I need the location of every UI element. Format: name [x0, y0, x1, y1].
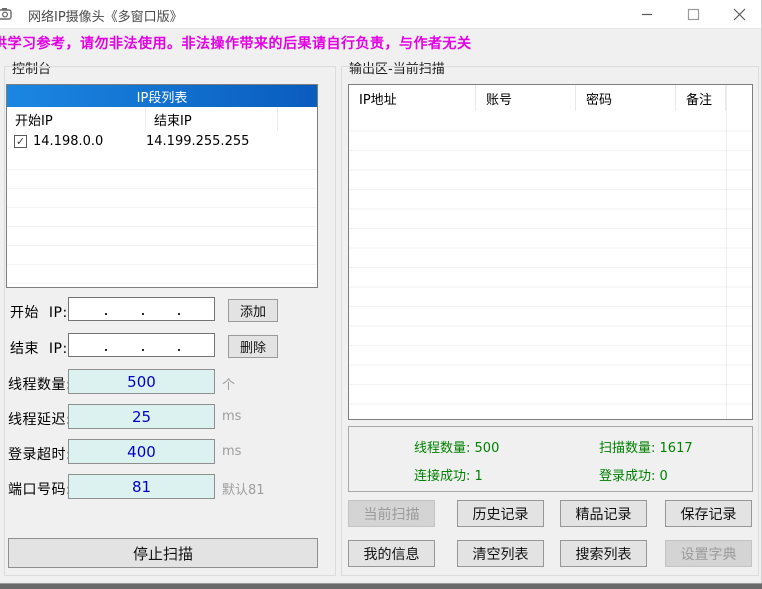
close-icon [733, 8, 746, 21]
column-header-ip[interactable]: IP地址 [349, 85, 476, 111]
ip-dot [105, 313, 107, 315]
stat-thread-count: 线程数量: 500 [414, 437, 499, 456]
window-title: 网络IP摄像头《多窗口版》 [28, 6, 183, 25]
thread-count-unit: 个 [222, 374, 235, 393]
ip-dot [178, 313, 180, 315]
stat-scanned-count-value: 1617 [660, 441, 693, 456]
column-header-password[interactable]: 密码 [576, 85, 676, 111]
output-table-last-column-divider [726, 85, 727, 419]
maximize-button[interactable] [670, 0, 716, 28]
ip-list-empty-rows [7, 151, 317, 287]
minimize-icon [641, 8, 653, 20]
delete-button[interactable]: 删除 [228, 335, 278, 358]
disclaimer-text: 供学习参考，请勿非法使用。非法操作带来的后果请自行负责，与作者无关 [0, 33, 472, 53]
login-timeout-unit: ms [222, 444, 241, 459]
thread-delay-input[interactable] [68, 404, 215, 429]
add-button[interactable]: 添加 [228, 299, 278, 322]
close-button[interactable] [716, 0, 762, 28]
maximize-icon [687, 8, 700, 21]
column-header-spacer [726, 85, 752, 111]
ip-segment-row[interactable]: ✓ 14.198.0.0 14.199.255.255 [7, 131, 317, 151]
end-ip-input[interactable] [68, 333, 215, 357]
app-icon [0, 5, 15, 23]
stat-connected-count-value: 1 [475, 469, 483, 484]
my-info-button[interactable]: 我的信息 [348, 540, 435, 567]
stat-scanned-count-label: 扫描数量: [599, 441, 655, 456]
ip-list-title: IP段列表 [7, 85, 317, 107]
ip-segment-list[interactable]: IP段列表 开始IP 结束IP ✓ 14.198.0.0 14.199.255.… [6, 84, 318, 288]
stat-connected-count: 连接成功: 1 [414, 465, 483, 484]
thread-delay-unit: ms [222, 409, 241, 424]
stat-scanned-count: 扫描数量: 1617 [599, 437, 693, 456]
history-records-button[interactable]: 历史记录 [457, 500, 544, 527]
stat-login-count: 登录成功: 0 [599, 465, 668, 484]
port-input[interactable] [68, 474, 215, 499]
ip-dot [142, 313, 144, 315]
column-header-account[interactable]: 账号 [476, 85, 576, 111]
login-timeout-label: 登录超时: [8, 444, 71, 464]
scan-stats-panel: 线程数量: 500 扫描数量: 1617 连接成功: 1 登录成功: 0 [348, 426, 753, 492]
column-header-note[interactable]: 备注 [676, 85, 726, 111]
column-header-start-ip[interactable]: 开始IP [7, 107, 146, 131]
stat-login-count-label: 登录成功: [599, 469, 655, 484]
output-table[interactable]: IP地址 账号 密码 备注 [348, 84, 753, 420]
stat-connected-count-label: 连接成功: [414, 469, 470, 484]
ip-list-column-headers: 开始IP 结束IP [7, 107, 317, 131]
save-records-button[interactable]: 保存记录 [665, 500, 752, 527]
thread-count-input[interactable] [68, 369, 215, 394]
ip-row-start-ip: 14.198.0.0 [33, 134, 146, 149]
column-header-end-ip[interactable]: 结束IP [146, 107, 278, 131]
ip-dot [142, 349, 144, 351]
ip-dot [105, 349, 107, 351]
start-ip-input[interactable] [68, 297, 215, 321]
stat-thread-count-label: 线程数量: [414, 441, 470, 456]
end-ip-label: 结束 IP: [10, 338, 68, 358]
current-scan-button: 当前扫描 [348, 500, 435, 527]
set-dictionary-button: 设置字典 [665, 540, 752, 567]
ip-row-checkbox[interactable]: ✓ [14, 135, 27, 148]
login-timeout-input[interactable] [68, 439, 215, 464]
port-hint: 默认81 [222, 479, 265, 498]
output-table-empty-rows [349, 112, 752, 419]
output-table-header: IP地址 账号 密码 备注 [349, 85, 752, 111]
stat-login-count-value: 0 [660, 469, 668, 484]
port-label: 端口号码: [8, 479, 71, 499]
window-bottom-border [0, 583, 762, 589]
thread-delay-label: 线程延迟: [8, 409, 71, 429]
clear-list-button[interactable]: 清空列表 [457, 540, 544, 567]
column-header-spacer [278, 107, 317, 131]
app-window: 网络IP摄像头《多窗口版》 供学习参考，请勿非法使用。非法操作带来的后果请自行负… [0, 0, 762, 589]
ip-dot [178, 349, 180, 351]
search-list-button[interactable]: 搜索列表 [560, 540, 647, 567]
titlebar[interactable]: 网络IP摄像头《多窗口版》 [0, 0, 762, 29]
ip-row-end-ip: 14.199.255.255 [146, 134, 249, 149]
thread-count-label: 线程数量: [8, 374, 71, 394]
start-ip-label: 开始 IP: [10, 302, 68, 322]
stat-thread-count-value: 500 [475, 441, 500, 456]
premium-records-button[interactable]: 精品记录 [560, 500, 647, 527]
minimize-button[interactable] [624, 0, 670, 28]
stop-scan-button[interactable]: 停止扫描 [8, 538, 318, 568]
